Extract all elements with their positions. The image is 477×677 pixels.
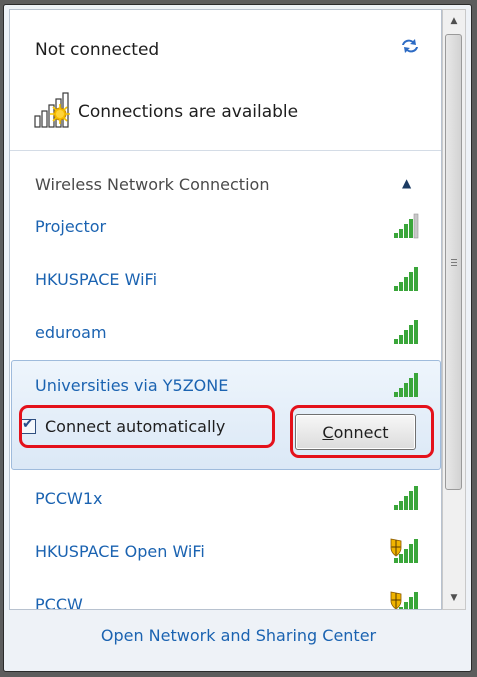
network-item[interactable]: HKUSPACE Open WiFi [10, 530, 441, 578]
network-list-panel: Not connected Connections are available … [9, 9, 442, 610]
connection-status-title: Not connected [35, 40, 160, 60]
shield-signal-icon [390, 538, 418, 563]
scrollbar-thumb[interactable] [445, 34, 462, 490]
signal-bars-icon [394, 320, 418, 344]
vertical-scrollbar[interactable]: ▲ ▼ [442, 9, 466, 610]
shield-signal-icon [390, 591, 418, 609]
divider [10, 150, 441, 151]
highlight-connect-automatically [19, 405, 275, 448]
signal-warning-icon [34, 92, 70, 128]
network-item[interactable]: eduroam [10, 311, 441, 359]
highlight-connect-button [290, 405, 434, 458]
refresh-arrows-icon[interactable] [398, 36, 422, 56]
network-name: HKUSPACE Open WiFi [35, 542, 205, 561]
signal-bars-icon [394, 267, 418, 291]
chevron-up-icon[interactable]: ▲ [402, 176, 411, 190]
connection-status-subtitle: Connections are available [78, 102, 299, 122]
scroll-up-arrow-icon[interactable]: ▲ [443, 10, 465, 32]
network-name: eduroam [35, 323, 107, 342]
network-name: Universities via Y5ZONE [35, 376, 229, 395]
network-item[interactable]: HKUSPACE WiFi [10, 258, 441, 306]
signal-bars-icon [394, 373, 418, 397]
network-item[interactable]: PCCW1x [10, 477, 441, 525]
network-item[interactable]: PCCW [10, 583, 441, 610]
signal-bars-icon [394, 486, 418, 510]
network-name: PCCW1x [35, 489, 103, 508]
section-header[interactable]: Wireless Network Connection [35, 175, 269, 194]
scrollbar-grip-icon [451, 259, 457, 266]
open-network-sharing-center-link[interactable]: Open Network and Sharing Center [0, 626, 477, 645]
scroll-down-arrow-icon[interactable]: ▼ [443, 587, 465, 609]
network-name: HKUSPACE WiFi [35, 270, 158, 289]
network-name: Projector [35, 217, 107, 236]
network-name: PCCW [35, 595, 83, 610]
network-item[interactable]: Projector [10, 205, 441, 253]
signal-bars-icon [394, 213, 419, 239]
